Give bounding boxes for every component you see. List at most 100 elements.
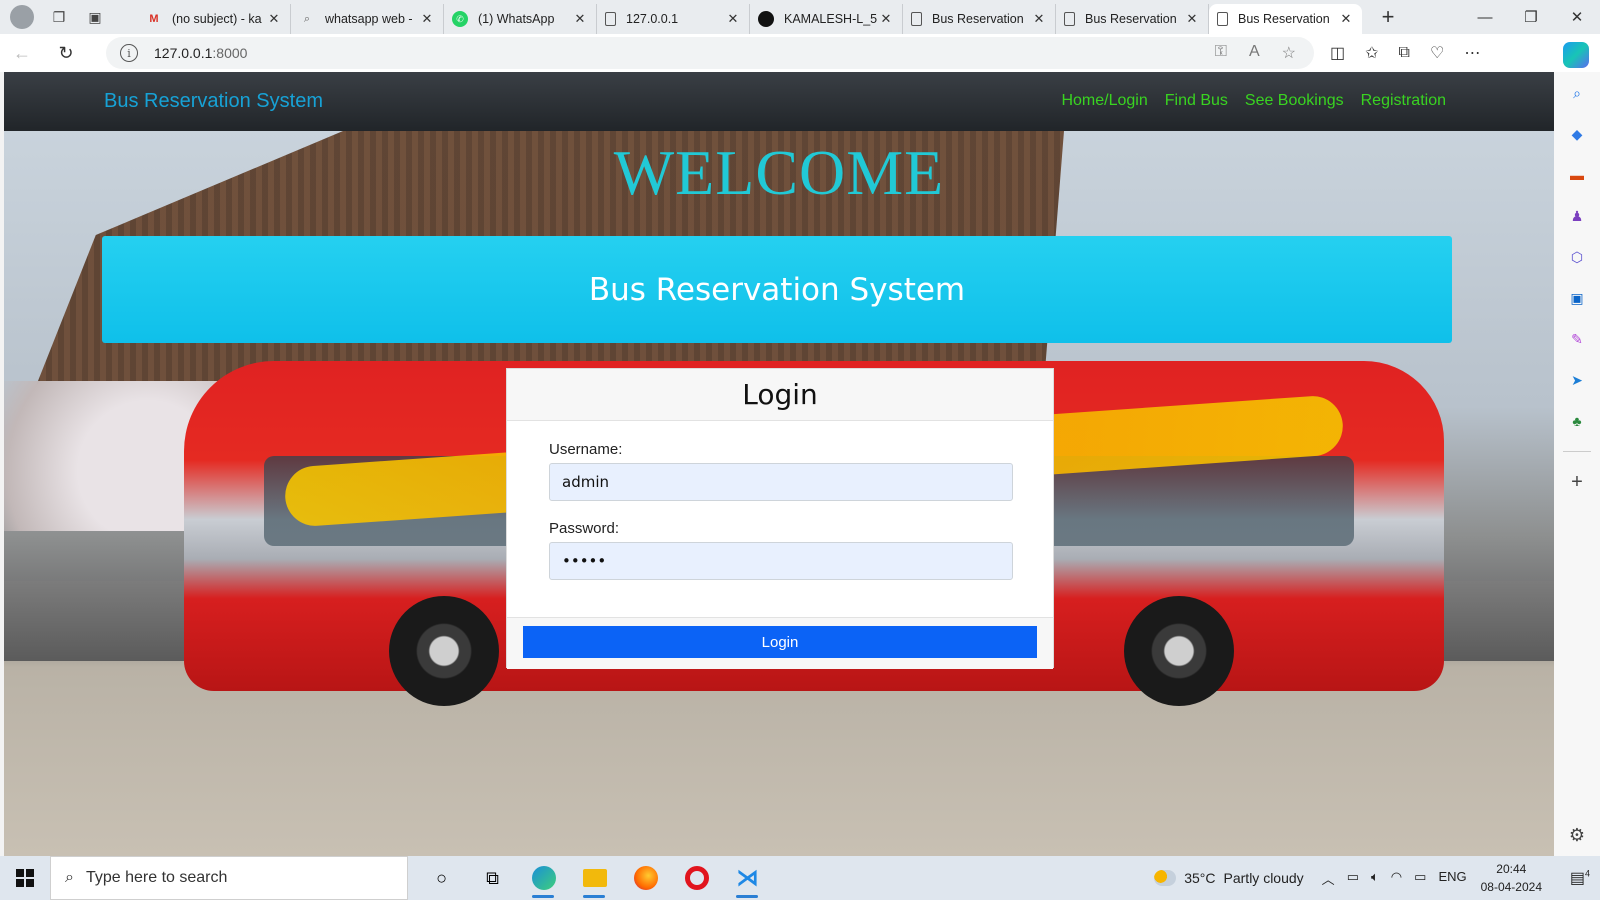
cortana-icon[interactable]: ○ [416,856,467,900]
refresh-button[interactable]: ↻ [44,34,88,72]
browser-tab-active[interactable]: Bus Reservation ✕ [1209,4,1362,34]
tab-title: (no subject) - ka [172,12,262,26]
nav-registration[interactable]: Registration [1361,92,1446,110]
device-icon[interactable]: ▭ [1347,869,1359,888]
vscode-icon[interactable]: ⋊ [722,856,773,900]
close-tab-icon[interactable]: ✕ [1338,11,1354,27]
chevron-up-icon[interactable]: ︿ [1322,869,1335,888]
browser-tab[interactable]: ✆ (1) WhatsApp ✕ [444,4,597,34]
firefox-icon[interactable] [620,856,671,900]
weather-desc: Partly cloudy [1223,870,1304,886]
windows-taskbar: ⌕ Type here to search ○ ⧉ ⋊ 35°C Partly … [0,856,1600,900]
tab-title: Bus Reservation [1238,12,1330,26]
tools-icon[interactable]: ▬ [1566,164,1588,186]
gmail-icon: M [149,13,159,25]
page-icon [605,12,616,26]
nav-find-bus[interactable]: Find Bus [1165,92,1228,110]
notification-count: 4 [1585,868,1591,879]
whatsapp-icon: ✆ [452,11,468,27]
search-icon: ⌕ [303,12,311,25]
tab-title: Bus Reservation [1085,12,1177,26]
username-input[interactable] [549,463,1013,501]
url-text[interactable]: 127.0.0.1:8000 [154,45,247,61]
edge-taskbar-icon[interactable] [518,856,569,900]
profile-icon[interactable] [10,5,34,29]
restore-button[interactable]: ❐ [1508,0,1554,34]
close-window-button[interactable]: ✕ [1554,0,1600,34]
clock[interactable]: 20:44 08-04-2024 [1481,860,1542,896]
clock-date: 08-04-2024 [1480,880,1542,894]
outlook-icon[interactable]: ▣ [1566,287,1588,309]
add-icon[interactable]: + [1566,471,1588,493]
browser-tab[interactable]: KAMALESH-L_5 ✕ [750,4,903,34]
close-tab-icon[interactable]: ✕ [1184,11,1200,27]
favorites-icon[interactable]: ✩ [1365,43,1378,63]
wifi-icon[interactable]: ◠ [1391,869,1402,888]
login-button[interactable]: Login [523,626,1037,658]
weather-widget[interactable]: 35°C Partly cloudy [1154,870,1304,886]
collections-icon[interactable]: ⧉ [1399,44,1410,62]
tree-icon[interactable]: ♣ [1566,410,1588,432]
browser-tab[interactable]: ⌕ whatsapp web - ✕ [291,4,444,34]
tab-actions-icon[interactable]: ▣ [84,6,106,28]
designer-icon[interactable]: ✎ [1566,328,1588,350]
notification-center-icon[interactable]: ▤4 [1560,868,1600,888]
partly-cloudy-icon [1154,870,1177,886]
page-icon [1064,12,1075,26]
username-label: Username: [549,441,623,458]
shopping-tag-icon[interactable]: ◆ [1566,123,1588,145]
browser-essentials-icon[interactable]: ♡ [1430,43,1444,63]
start-button[interactable] [0,856,50,900]
browser-tab[interactable]: Bus Reservation ✕ [903,4,1056,34]
nav-links: Home/Login Find Bus See Bookings Registr… [1061,92,1446,110]
task-view-icon[interactable]: ⧉ [467,856,518,900]
split-screen-icon[interactable]: ◫ [1330,43,1345,63]
send-icon[interactable]: ➤ [1566,369,1588,391]
tab-title: (1) WhatsApp [478,12,555,26]
tab-title: Bus Reservation [932,12,1024,26]
back-button[interactable]: ← [0,34,44,72]
close-tab-icon[interactable]: ✕ [1031,11,1047,27]
volume-icon[interactable]: 🔈︎ [1371,869,1379,888]
close-tab-icon[interactable]: ✕ [878,11,894,27]
browser-tab[interactable]: Bus Reservation ✕ [1056,4,1209,34]
opera-icon[interactable] [671,856,722,900]
battery-icon[interactable]: ▭ [1414,869,1426,888]
search-icon: ⌕ [65,869,74,886]
page-icon [911,12,922,26]
navbar-brand[interactable]: Bus Reservation System [104,90,323,113]
workspaces-icon[interactable]: ❐ [48,6,70,28]
close-tab-icon[interactable]: ✕ [725,11,741,27]
bus-rear-wheel [1124,596,1234,706]
new-tab-button[interactable]: + [1368,4,1408,30]
bus-front-wheel [389,596,499,706]
close-tab-icon[interactable]: ✕ [266,11,282,27]
address-bar[interactable]: i 127.0.0.1:8000 ⚿ A ☆ [106,37,1314,69]
site-info-icon[interactable]: i [120,44,138,62]
browser-tab[interactable]: 127.0.0.1 ✕ [597,4,750,34]
password-label: Password: [549,520,620,537]
file-explorer-icon[interactable] [569,856,620,900]
copilot-icon[interactable] [1563,42,1589,68]
taskbar-search-box[interactable]: ⌕ Type here to search [50,856,408,900]
weather-temp: 35°C [1184,870,1216,886]
close-tab-icon[interactable]: ✕ [419,11,435,27]
minimize-button[interactable]: — [1462,0,1508,34]
more-options-icon[interactable]: ⋯ [1464,43,1480,63]
settings-gear-icon[interactable]: ⚙ [1569,825,1585,846]
language-indicator[interactable]: ENG [1438,869,1466,888]
close-tab-icon[interactable]: ✕ [572,11,588,27]
password-input[interactable] [549,542,1013,580]
read-aloud-icon[interactable]: A [1249,43,1260,63]
games-icon[interactable]: ♟ [1566,205,1588,227]
search-icon[interactable]: ⌕ [1566,82,1588,104]
welcome-heading: WELCOME [613,137,945,208]
url-host: 127.0.0.1 [154,45,213,61]
browser-tab[interactable]: M (no subject) - ka ✕ [138,4,291,34]
favorite-star-icon[interactable]: ☆ [1282,43,1296,63]
nav-see-bookings[interactable]: See Bookings [1245,92,1344,110]
key-icon[interactable]: ⚿ [1215,43,1227,63]
microsoft-365-icon[interactable]: ⬡ [1566,246,1588,268]
windows-logo-icon [16,869,34,887]
nav-home-login[interactable]: Home/Login [1061,92,1147,110]
